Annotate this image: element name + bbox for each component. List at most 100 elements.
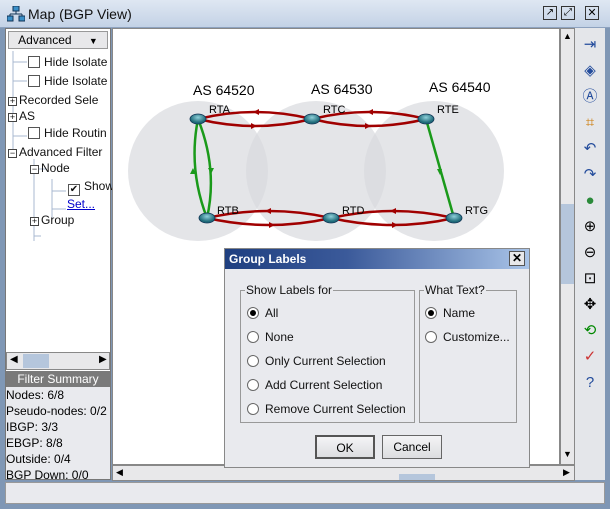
router-icon-rtc[interactable] xyxy=(303,113,321,125)
zoom-out-icon[interactable]: ⊖ xyxy=(579,242,601,264)
radio-none[interactable]: None xyxy=(247,330,294,344)
scroll-left-icon[interactable]: ◀ xyxy=(10,354,18,365)
router-icon-rtb[interactable] xyxy=(198,212,216,224)
filter-summary-header: Filter Summary xyxy=(6,371,110,387)
map-toolbar: ⇥ ◈ Ⓐ ⌗ ↶ ↷ ● ⊕ ⊖ ⊡ ✥ ⟲ ✓ ? xyxy=(575,28,605,480)
pan-icon[interactable]: ✥ xyxy=(579,294,601,316)
window-title: Map (BGP View) xyxy=(28,6,132,22)
zoom-fit-icon[interactable]: ⊡ xyxy=(579,268,601,290)
router-icon-rtd[interactable] xyxy=(322,212,340,224)
report-icon[interactable]: ✓ xyxy=(579,346,601,368)
tree-item-label: Show xyxy=(84,179,115,193)
cancel-button[interactable]: Cancel xyxy=(382,435,442,459)
radio-selected-icon[interactable] xyxy=(247,307,259,319)
radio-icon[interactable] xyxy=(247,403,259,415)
collapse-icon[interactable]: − xyxy=(30,165,39,174)
radio-label: Remove Current Selection xyxy=(265,402,406,416)
tree-item-advanced-filter[interactable]: − Advanced Filter xyxy=(8,145,102,159)
undock-icon[interactable]: ↗ xyxy=(543,6,557,20)
radio-icon[interactable] xyxy=(247,355,259,367)
tree-item-node[interactable]: − Node xyxy=(30,161,70,175)
tree-item-recorded-selections[interactable]: + Recorded Sele xyxy=(8,93,98,107)
scroll-down-icon[interactable]: ▼ xyxy=(563,449,572,459)
as-label: AS 64530 xyxy=(311,81,373,97)
tree-item-label: Group xyxy=(41,213,75,227)
mode-dropdown-label: Advanced xyxy=(18,33,72,47)
radio-only-current-selection[interactable]: Only Current Selection xyxy=(247,354,386,368)
map-vertical-scrollbar[interactable]: ▲ ▼ xyxy=(560,28,575,465)
tree-item-label: AS xyxy=(19,109,36,123)
radio-label: All xyxy=(265,306,279,320)
scroll-right-icon[interactable]: ▶ xyxy=(99,354,107,365)
select-nodes-icon[interactable]: ⌗ xyxy=(579,112,601,134)
tree-item-show[interactable]: ✔ Show xyxy=(68,179,114,196)
tree-item-hide-isolated-2[interactable]: Hide Isolate xyxy=(28,74,107,88)
dialog-title: Group Labels xyxy=(229,252,307,266)
tree-item-label: Advanced Filter xyxy=(19,145,103,159)
radio-selected-icon[interactable] xyxy=(425,307,437,319)
collapse-icon[interactable]: − xyxy=(8,149,17,158)
tree-item-as[interactable]: + AS xyxy=(8,109,35,123)
chevron-down-icon: ▼ xyxy=(88,36,98,46)
tree-horizontal-scrollbar[interactable]: ◀ ▶ xyxy=(6,352,110,370)
tree-item-label: Recorded Sele xyxy=(19,93,99,107)
router-icon-rta[interactable] xyxy=(189,113,207,125)
checkbox[interactable] xyxy=(28,56,40,68)
radio-customize[interactable]: Customize... xyxy=(425,330,510,344)
radio-icon[interactable] xyxy=(425,331,437,343)
undo-icon[interactable]: ↶ xyxy=(579,138,601,160)
expand-icon[interactable]: + xyxy=(8,97,17,106)
router-icon-rte[interactable] xyxy=(417,113,435,125)
checkbox[interactable] xyxy=(28,75,40,87)
as-label: AS 64520 xyxy=(193,82,255,98)
summary-outside: Outside: 0/4 xyxy=(6,452,71,466)
checkbox-checked[interactable]: ✔ xyxy=(68,184,80,196)
rotate-icon[interactable]: ⟲ xyxy=(579,320,601,342)
maximize-icon[interactable]: ⤢ xyxy=(561,6,575,20)
scroll-right-icon[interactable]: ▶ xyxy=(563,467,570,478)
help-icon[interactable]: ? xyxy=(579,372,601,394)
filter-panel: Advanced ▼ Hide Isolate Hide Isolate + Re… xyxy=(5,28,114,480)
as-circle-64540[interactable] xyxy=(364,101,504,241)
radio-remove-current-selection[interactable]: Remove Current Selection xyxy=(247,402,406,416)
scroll-thumb[interactable] xyxy=(399,474,435,480)
tree-item-hide-isolated-1[interactable]: Hide Isolate xyxy=(28,55,107,69)
summary-ibgp: IBGP: 3/3 xyxy=(6,420,59,434)
tree-item-hide-routing[interactable]: Hide Routin xyxy=(28,126,107,140)
3d-icon[interactable]: ◈ xyxy=(579,60,601,82)
tree-item-label: Hide Isolate xyxy=(44,55,108,69)
tree-item-group[interactable]: + Group xyxy=(30,213,74,227)
close-icon[interactable]: ✕ xyxy=(585,6,599,20)
group-labels-dialog: Group Labels ✕ Show Labels for All None … xyxy=(224,248,530,468)
router-label: RTA xyxy=(209,104,231,116)
expand-icon[interactable]: + xyxy=(8,113,17,122)
globe-icon[interactable]: ● xyxy=(579,190,601,212)
checkbox[interactable] xyxy=(28,127,40,139)
mode-dropdown[interactable]: Advanced ▼ xyxy=(8,31,108,49)
router-label: RTG xyxy=(465,205,488,217)
router-icon-rtg[interactable] xyxy=(445,212,463,224)
scroll-up-icon[interactable]: ▲ xyxy=(563,31,572,41)
redo-icon[interactable]: ↷ xyxy=(579,164,601,186)
router-label: RTB xyxy=(217,205,239,217)
fit-icon[interactable]: ⇥ xyxy=(579,34,601,56)
set-link[interactable]: Set... xyxy=(67,197,95,211)
radio-label: Customize... xyxy=(443,330,510,344)
scroll-left-icon[interactable]: ◀ xyxy=(116,467,123,478)
scroll-thumb[interactable] xyxy=(23,354,49,368)
zoom-in-icon[interactable]: ⊕ xyxy=(579,216,601,238)
scroll-thumb[interactable] xyxy=(561,204,574,284)
filter-summary: Nodes: 6/8 Pseudo-nodes: 0/2 IBGP: 3/3 E… xyxy=(6,387,110,479)
radio-name[interactable]: Name xyxy=(425,306,475,320)
radio-add-current-selection[interactable]: Add Current Selection xyxy=(247,378,382,392)
close-icon[interactable]: ✕ xyxy=(509,251,525,266)
tree-item-label: Hide Isolate xyxy=(44,74,108,88)
summary-ebgp: EBGP: 8/8 xyxy=(6,436,63,450)
layout-icon[interactable]: Ⓐ xyxy=(579,86,601,108)
expand-icon[interactable]: + xyxy=(30,217,39,226)
radio-icon[interactable] xyxy=(247,331,259,343)
router-label: RTD xyxy=(342,205,364,217)
ok-button[interactable]: OK xyxy=(315,435,375,459)
radio-all[interactable]: All xyxy=(247,306,278,320)
radio-icon[interactable] xyxy=(247,379,259,391)
